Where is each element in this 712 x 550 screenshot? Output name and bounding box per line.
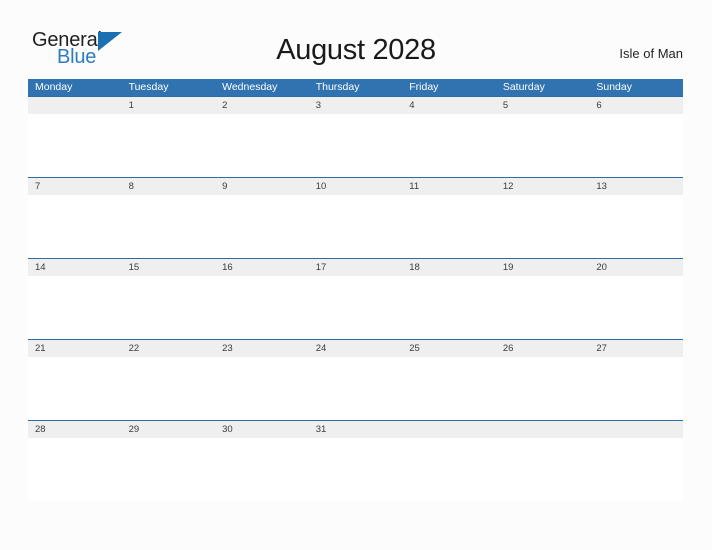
week-body[interactable] xyxy=(28,276,683,339)
day-cell[interactable]: 27 xyxy=(589,340,683,357)
page-header: General Blue August 2028 Isle of Man xyxy=(0,0,712,79)
week-date-band: 14 15 16 17 18 19 20 xyxy=(28,258,683,276)
day-cell[interactable]: 5 xyxy=(496,97,590,114)
day-cell[interactable]: 10 xyxy=(309,178,403,195)
day-cell[interactable]: 1 xyxy=(122,97,216,114)
day-cell[interactable]: 12 xyxy=(496,178,590,195)
page-title: August 2028 xyxy=(276,34,436,66)
day-cell[interactable]: 31 xyxy=(309,421,403,438)
day-cell[interactable]: 11 xyxy=(402,178,496,195)
calendar-grid: Monday Tuesday Wednesday Thursday Friday… xyxy=(28,79,683,501)
day-cell[interactable]: 25 xyxy=(402,340,496,357)
day-cell[interactable]: 20 xyxy=(589,259,683,276)
day-cell[interactable]: 29 xyxy=(122,421,216,438)
weekday-header-row: Monday Tuesday Wednesday Thursday Friday… xyxy=(28,79,683,96)
day-cell[interactable]: 23 xyxy=(215,340,309,357)
day-cell[interactable]: 28 xyxy=(28,421,122,438)
week-row: 28 29 30 31 xyxy=(28,420,683,501)
weekday-header-wednesday: Wednesday xyxy=(222,81,278,93)
day-cell[interactable] xyxy=(402,421,496,438)
week-date-band: 21 22 23 24 25 26 27 xyxy=(28,339,683,357)
day-cell[interactable]: 30 xyxy=(215,421,309,438)
weekday-header-monday: Monday xyxy=(35,81,73,93)
day-cell[interactable]: 8 xyxy=(122,178,216,195)
day-cell[interactable]: 9 xyxy=(215,178,309,195)
week-row: 21 22 23 24 25 26 27 xyxy=(28,339,683,420)
day-cell[interactable] xyxy=(589,421,683,438)
day-cell[interactable]: 22 xyxy=(122,340,216,357)
week-row: 1 2 3 4 5 6 xyxy=(28,96,683,177)
day-cell[interactable]: 16 xyxy=(215,259,309,276)
day-cell[interactable]: 13 xyxy=(589,178,683,195)
weekday-header-saturday: Saturday xyxy=(502,81,545,93)
week-body[interactable] xyxy=(28,114,683,177)
day-cell[interactable]: 15 xyxy=(122,259,216,276)
day-cell[interactable]: 18 xyxy=(402,259,496,276)
day-cell[interactable] xyxy=(28,97,122,114)
day-cell[interactable]: 26 xyxy=(496,340,590,357)
day-cell[interactable]: 2 xyxy=(215,97,309,114)
week-body[interactable] xyxy=(28,195,683,258)
weekday-header-friday: Friday xyxy=(409,81,439,93)
day-cell[interactable]: 17 xyxy=(309,259,403,276)
day-cell[interactable]: 3 xyxy=(309,97,403,114)
day-cell[interactable]: 4 xyxy=(402,97,496,114)
week-row: 7 8 9 10 11 12 13 xyxy=(28,177,683,258)
day-cell[interactable]: 21 xyxy=(28,340,122,357)
week-date-band: 28 29 30 31 xyxy=(28,420,683,438)
weekday-header-tuesday: Tuesday xyxy=(128,81,169,93)
day-cell[interactable]: 6 xyxy=(589,97,683,114)
day-cell[interactable]: 14 xyxy=(28,259,122,276)
day-cell[interactable]: 7 xyxy=(28,178,122,195)
day-cell[interactable]: 24 xyxy=(309,340,403,357)
week-body[interactable] xyxy=(28,357,683,420)
region-label: Isle of Man xyxy=(619,46,683,61)
week-date-band: 7 8 9 10 11 12 13 xyxy=(28,177,683,195)
weekday-header-thursday: Thursday xyxy=(315,81,360,93)
week-date-band: 1 2 3 4 5 6 xyxy=(28,96,683,114)
weekday-header-sunday: Sunday xyxy=(596,81,632,93)
day-cell[interactable] xyxy=(496,421,590,438)
day-cell[interactable]: 19 xyxy=(496,259,590,276)
week-row: 14 15 16 17 18 19 20 xyxy=(28,258,683,339)
week-body[interactable] xyxy=(28,438,683,501)
